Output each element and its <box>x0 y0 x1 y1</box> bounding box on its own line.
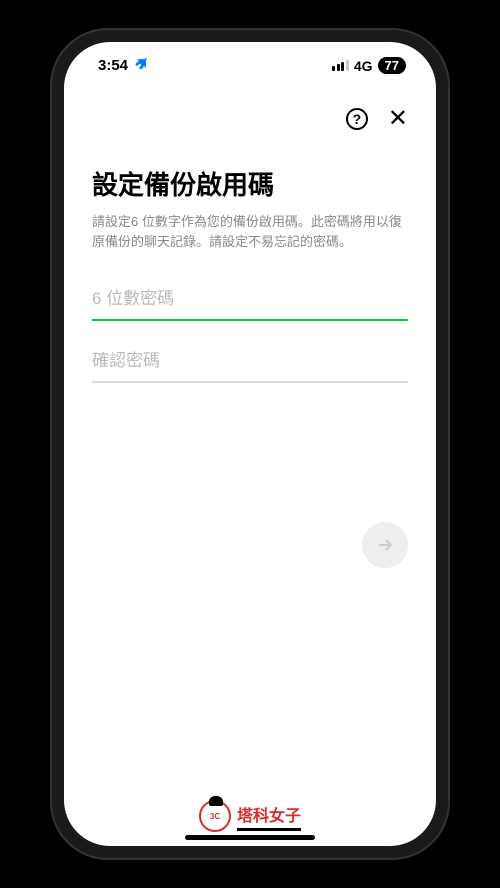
watermark: 3C 塔科女子 <box>199 800 301 832</box>
watermark-text: 塔科女子 <box>237 802 301 831</box>
confirm-password-input[interactable] <box>92 341 408 383</box>
next-button[interactable] <box>362 522 408 568</box>
signal-icon <box>332 60 349 71</box>
confirm-input-group <box>92 341 408 383</box>
home-indicator[interactable] <box>185 835 315 840</box>
close-icon[interactable]: ✕ <box>388 107 408 131</box>
status-bar: 3:54 4G 77 <box>64 42 436 79</box>
watermark-mascot-icon: 3C <box>199 800 231 832</box>
arrow-right-icon <box>375 535 395 555</box>
password-input[interactable] <box>92 279 408 321</box>
status-time: 3:54 <box>98 57 128 74</box>
status-right: 4G 77 <box>332 57 406 74</box>
top-actions: ? ✕ <box>64 79 436 147</box>
page-description: 請設定6 位數字作為您的備份啟用碼。此密碼將用以復原備份的聊天記錄。請設定不易忘… <box>92 212 408 251</box>
location-icon <box>134 56 149 75</box>
status-left: 3:54 <box>98 56 149 75</box>
password-input-group <box>92 279 408 321</box>
screen: 3:54 4G 77 ? ✕ 設定備份啟用碼 請設定6 位數字作為您的備份啟用碼… <box>64 42 436 846</box>
battery-icon: 77 <box>378 57 406 74</box>
help-icon[interactable]: ? <box>346 108 368 130</box>
content: 設定備份啟用碼 請設定6 位數字作為您的備份啟用碼。此密碼將用以復原備份的聊天記… <box>64 147 436 846</box>
phone-frame: 3:54 4G 77 ? ✕ 設定備份啟用碼 請設定6 位數字作為您的備份啟用碼… <box>52 30 448 858</box>
page-title: 設定備份啟用碼 <box>92 165 408 202</box>
network-label: 4G <box>354 58 373 74</box>
